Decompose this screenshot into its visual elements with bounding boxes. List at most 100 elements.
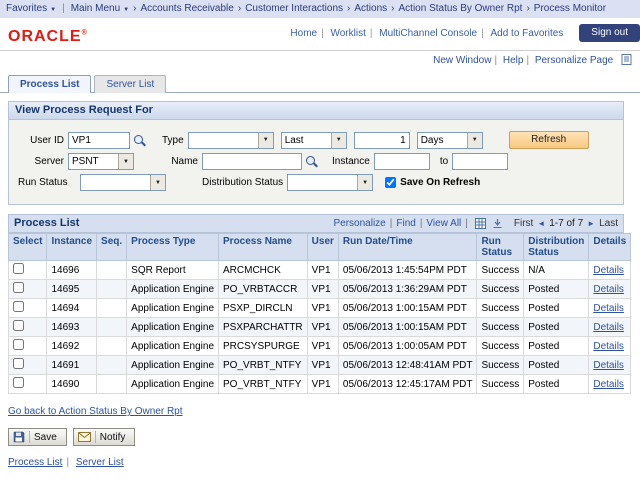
grid-title: Process List	[14, 217, 79, 229]
col-distribution-status[interactable]: Distribution Status	[524, 234, 589, 261]
run-datetime-cell: 05/06/2013 1:00:15AM PDT	[338, 318, 477, 337]
run-status-select[interactable]: ▼	[80, 174, 166, 191]
details-link[interactable]: Details	[593, 322, 624, 333]
process-type-cell: Application Engine	[127, 299, 219, 318]
sign-out-button[interactable]: Sign out	[579, 24, 640, 42]
col-seq[interactable]: Seq.	[97, 234, 127, 261]
details-link[interactable]: Details	[593, 379, 624, 390]
col-details[interactable]: Details	[589, 234, 631, 261]
details-link[interactable]: Details	[593, 341, 624, 352]
col-select[interactable]: Select	[9, 234, 47, 261]
run-datetime-cell: 05/06/2013 12:48:41AM PDT	[338, 356, 477, 375]
grid-header-bar: Process List Personalize| Find| View All…	[8, 214, 624, 233]
row-select-checkbox[interactable]	[13, 301, 24, 312]
distribution-status-select[interactable]: ▼	[287, 174, 373, 191]
personalize-page-icon[interactable]	[621, 54, 632, 65]
row-select-checkbox[interactable]	[13, 358, 24, 369]
go-back-link[interactable]: Go back to Action Status By Owner Rpt	[8, 406, 183, 417]
lookup-icon[interactable]	[133, 134, 146, 147]
type-label: Type	[162, 135, 184, 146]
last-link[interactable]: Last	[599, 218, 618, 229]
multichannel-console-link[interactable]: MultiChannel Console	[379, 28, 477, 39]
tab-process-list[interactable]: Process List	[8, 75, 91, 93]
table-row: 14694 Application Engine PSXP_DIRCLN VP1…	[9, 299, 631, 318]
row-select-checkbox[interactable]	[13, 377, 24, 388]
user-id-input[interactable]	[68, 132, 130, 149]
filter-row-3: Run Status ▼ Distribution Status ▼ Save …	[14, 174, 618, 191]
distribution-status-cell: N/A	[524, 261, 589, 280]
type-select[interactable]: ▼	[188, 132, 274, 149]
instance-cell: 14694	[47, 299, 97, 318]
button-divider	[29, 431, 30, 443]
next-page-icon[interactable]: ►	[587, 219, 595, 228]
download-icon[interactable]	[492, 218, 503, 229]
row-select-checkbox[interactable]	[13, 282, 24, 293]
details-link[interactable]: Details	[593, 360, 624, 371]
process-list-link[interactable]: Process List	[8, 457, 62, 468]
separator: |	[321, 28, 324, 39]
breadcrumb: Favorites▼ | Main Menu▼ › Accounts Recei…	[0, 0, 640, 18]
row-select-checkbox[interactable]	[13, 320, 24, 331]
home-link[interactable]: Home	[290, 28, 317, 39]
breadcrumb-item-action-status[interactable]: Action Status By Owner Rpt	[399, 3, 523, 14]
personalize-link[interactable]: Personalize	[333, 218, 385, 229]
previous-page-icon[interactable]: ◄	[537, 219, 545, 228]
instance-to-input[interactable]	[452, 153, 508, 170]
view-all-link[interactable]: View All	[426, 218, 461, 229]
col-process-type[interactable]: Process Type	[127, 234, 219, 261]
notify-button[interactable]: Notify	[73, 428, 136, 446]
filter-row-2: Server PSNT▼ Name Instance to	[14, 153, 618, 170]
server-list-link[interactable]: Server List	[76, 457, 124, 468]
server-select[interactable]: PSNT▼	[68, 153, 134, 170]
refresh-button[interactable]: Refresh	[509, 131, 589, 149]
breadcrumb-item-actions[interactable]: Actions	[354, 3, 387, 14]
favorites-menu[interactable]: Favorites▼	[6, 3, 56, 14]
personalize-page-link[interactable]: Personalize Page	[535, 55, 613, 66]
details-link[interactable]: Details	[593, 284, 624, 295]
run-datetime-cell: 05/06/2013 12:45:17AM PDT	[338, 375, 477, 394]
name-label: Name	[150, 156, 198, 167]
help-link[interactable]: Help	[503, 55, 524, 66]
row-select-checkbox[interactable]	[13, 263, 24, 274]
lookup-icon[interactable]	[305, 155, 318, 168]
name-input[interactable]	[202, 153, 302, 170]
main-menu[interactable]: Main Menu▼	[71, 3, 129, 14]
col-run-status[interactable]: Run Status	[477, 234, 524, 261]
col-run-datetime[interactable]: Run Date/Time	[338, 234, 477, 261]
separator: |	[66, 457, 69, 468]
process-type-cell: Application Engine	[127, 280, 219, 299]
time-count-input[interactable]	[354, 132, 410, 149]
save-button[interactable]: Save	[8, 428, 67, 446]
content-area: ORACLE® Home| Worklist| MultiChannel Con…	[0, 18, 640, 486]
run-datetime-cell: 05/06/2013 1:36:29AM PDT	[338, 280, 477, 299]
save-on-refresh-checkbox[interactable]	[385, 177, 396, 188]
filter-row-1: User ID Type ▼ Last▼ Days▼ Refresh	[14, 131, 618, 149]
notify-button-label: Notify	[100, 432, 126, 443]
col-process-name[interactable]: Process Name	[219, 234, 308, 261]
worklist-link[interactable]: Worklist	[330, 28, 365, 39]
zoom-grid-icon[interactable]	[475, 218, 486, 229]
breadcrumb-item-process-monitor[interactable]: Process Monitor	[534, 3, 606, 14]
details-link[interactable]: Details	[593, 265, 624, 276]
instance-from-input[interactable]	[374, 153, 430, 170]
instance-label: Instance	[332, 156, 370, 167]
table-row: 14695 Application Engine PO_VRBTACCR VP1…	[9, 280, 631, 299]
process-list-section: Process List Personalize| Find| View All…	[8, 214, 624, 394]
separator: |	[420, 218, 423, 229]
col-instance[interactable]: Instance	[47, 234, 97, 261]
add-to-favorites-link[interactable]: Add to Favorites	[490, 28, 563, 39]
breadcrumb-item-customer-interactions[interactable]: Customer Interactions	[245, 3, 343, 14]
tab-server-list[interactable]: Server List	[94, 75, 166, 93]
run-status-cell: Success	[477, 280, 524, 299]
days-select[interactable]: Days▼	[417, 132, 483, 149]
breadcrumb-item-accounts-receivable[interactable]: Accounts Receivable	[140, 3, 233, 14]
row-select-checkbox[interactable]	[13, 339, 24, 350]
find-link[interactable]: Find	[396, 218, 415, 229]
page: Favorites▼ | Main Menu▼ › Accounts Recei…	[0, 0, 640, 486]
user-cell: VP1	[307, 356, 338, 375]
details-link[interactable]: Details	[593, 303, 624, 314]
new-window-link[interactable]: New Window	[433, 55, 491, 66]
last-select[interactable]: Last▼	[281, 132, 347, 149]
col-user[interactable]: User	[307, 234, 338, 261]
first-link[interactable]: First	[514, 218, 533, 229]
